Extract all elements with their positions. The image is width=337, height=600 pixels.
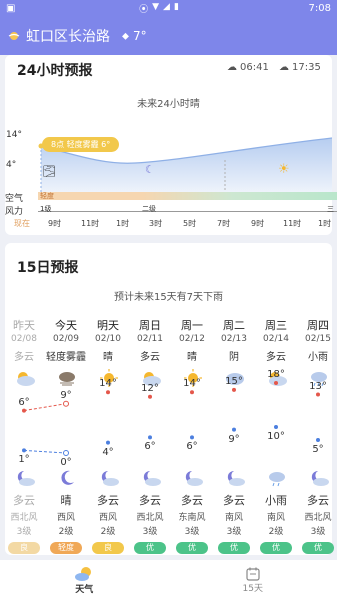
wind-level-1: 1级 (40, 205, 52, 213)
system-icons: ⦿ ▼ ◢ ▮ (139, 2, 179, 15)
hour-label: 现在 (14, 219, 30, 228)
nav-weather-label: 天气 (75, 584, 94, 595)
aqi-start-label: 轻度 (40, 192, 54, 200)
hour-axis: 现在 9时 11时 1时 3时 5时 7时 9时 11时 1时 (0, 218, 337, 228)
hourly-summary: 未来24小时晴 (137, 99, 200, 110)
status-time: 7:08 (308, 3, 331, 14)
aqi-bar (38, 192, 337, 200)
aqi-badge: 优 (302, 542, 334, 554)
aqi-badge: 轻度 (50, 542, 82, 554)
aqi-badge: 优 (176, 542, 208, 554)
low-temp-dot (316, 438, 320, 442)
hour-label: 9时 (251, 219, 265, 228)
bottom-nav: 天气 15天 (0, 560, 337, 600)
daily-list: 昨天 02/08 多云 6° 1° 多云 西北风 3级良今天 02/09 轻度雾霾 9° 0° 晴西风 2… (8, 317, 337, 557)
sun-icon: ☀ (278, 162, 290, 177)
nav-weather[interactable]: 天气 (0, 560, 169, 600)
status-bar: ▣ ⦿ ▼ ◢ ▮ 7:08 (0, 0, 337, 17)
aqi-badge: 良 (8, 542, 40, 554)
nav-15day[interactable]: 15天 (169, 560, 337, 600)
nav-15day-label: 15天 (242, 583, 263, 594)
aqi-badge: 良 (92, 542, 124, 554)
location-pin-icon: ⬥ (122, 30, 129, 42)
battery-icon: ▮ (173, 2, 179, 12)
hour-label: 1时 (318, 219, 332, 228)
weather-nav-icon (75, 566, 92, 581)
top-bar: 虹口区长治路 ⬥ 7° (0, 17, 337, 55)
high-temp-dot (232, 387, 236, 392)
low-temp-connector (23, 449, 67, 454)
hourly-title: 24小时预报 (17, 63, 93, 79)
sunrise-icon: ☁ (227, 62, 237, 73)
wind-level-2: 二级 (142, 205, 156, 213)
today-high-marker (63, 400, 69, 407)
low-temp-dot (106, 440, 110, 445)
notification-icon: ▣ (6, 3, 16, 14)
moon-icon: ☾ (145, 163, 155, 176)
hour-label: 1时 (116, 219, 130, 228)
today-low-marker (63, 450, 69, 456)
wind-level: 2级 (58, 527, 74, 537)
wind-level: 3级 (16, 527, 32, 537)
hour-label: 5时 (183, 219, 197, 228)
wind-level: 3级 (310, 527, 326, 537)
sunset-icon: ☁ (279, 62, 289, 73)
wind-line (38, 211, 337, 212)
city-list-icon[interactable] (8, 30, 20, 42)
daily-title: 15日预报 (17, 260, 79, 276)
location-status-icon: ⦿ (139, 5, 149, 15)
hour-label: 3时 (149, 219, 163, 228)
location-title[interactable]: 虹口区长治路 (26, 26, 110, 46)
wind-level: 2级 (100, 527, 116, 537)
high-temp-dot (190, 390, 194, 395)
current-temperature: 7° (133, 29, 147, 43)
wind-level-3: 三 (327, 205, 334, 213)
sunrise: ☁ 06:41 (227, 62, 269, 73)
wifi-icon: ▼ (152, 2, 160, 12)
daily-summary: 预计未来15天有7天下雨 (113, 292, 224, 303)
hour-label: 11时 (81, 219, 100, 228)
air-label: 空气 (5, 194, 24, 204)
signal-icon: ◢ (163, 2, 170, 12)
aqi-badge: 优 (134, 542, 166, 554)
low-temp-dot (148, 435, 152, 440)
high-temp-dot (106, 390, 110, 395)
temperature-tooltip: 8点 轻度雾霾 6° (42, 137, 120, 152)
calendar-icon (246, 567, 260, 581)
high-temp-dot (316, 392, 320, 397)
hour-label: 11时 (283, 219, 302, 228)
temperature-range-chart (22, 381, 320, 456)
aqi-badge: 优 (218, 542, 250, 554)
wind-level: 3级 (142, 527, 158, 537)
wind-level: 3级 (226, 527, 242, 537)
wind-label: 风力 (5, 207, 24, 217)
low-temp-dot (232, 427, 236, 432)
wind-level: 3级 (184, 527, 200, 537)
low-temp-dot (190, 435, 194, 440)
low-temp-dot (274, 425, 278, 429)
sunset: ☁ 17:35 (279, 62, 321, 73)
hour-label: 7时 (217, 219, 231, 228)
aqi-badge: 优 (260, 542, 292, 554)
haze-icon: 🌫 (42, 165, 56, 178)
hour-label: 9时 (48, 219, 62, 228)
wind-level: 2级 (268, 527, 284, 537)
high-temp-dot (148, 394, 152, 399)
high-temp-dot (274, 381, 278, 385)
high-temp-connector (23, 403, 67, 412)
